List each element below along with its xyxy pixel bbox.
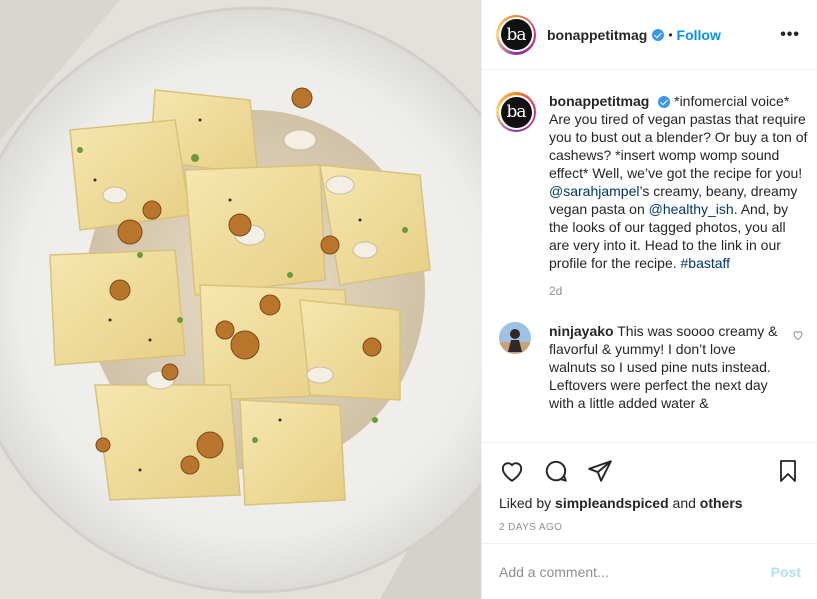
post-image[interactable]: [0, 0, 481, 599]
header-username[interactable]: bonappetitmag: [547, 27, 647, 43]
post-button[interactable]: Post: [771, 564, 801, 580]
likes-others[interactable]: others: [700, 495, 743, 511]
verified-badge-icon: [658, 96, 671, 109]
likes-joiner: and: [668, 495, 700, 511]
likes-summary: Liked by simpleandspiced and others: [499, 495, 743, 511]
comments-scroll-area[interactable]: ba bonappetitmag *infomercial voice* Are…: [482, 70, 817, 442]
hashtag-link[interactable]: #bastaff: [681, 255, 731, 271]
comment-text: ninjayako This was soooo creamy & flavor…: [549, 322, 784, 412]
avatar-logo: ba: [500, 19, 532, 50]
caption-text: bonappetitmag *infomercial voice* Are yo…: [549, 92, 809, 272]
caption-avatar-logo: ba: [500, 96, 532, 128]
avatar-inner: ba: [498, 17, 534, 52]
post-date[interactable]: 2 DAYS AGO: [499, 522, 562, 533]
comment-item: ninjayako This was soooo creamy & flavor…: [496, 322, 817, 412]
bookmark-icon[interactable]: [774, 457, 802, 485]
more-options-icon[interactable]: •••: [780, 26, 800, 44]
likes-prefix: Liked by: [499, 495, 556, 511]
caption-time[interactable]: 2d: [549, 284, 817, 298]
pasta-photo: [0, 0, 481, 599]
share-icon[interactable]: [586, 457, 614, 485]
caption: ba bonappetitmag *infomercial voice* Are…: [496, 92, 817, 272]
post-actions: Liked by simpleandspiced and others 2 DA…: [482, 442, 817, 543]
comment-input[interactable]: [499, 563, 771, 580]
post-details-panel: ba bonappetitmag • Follow ••• ba bonappe…: [481, 0, 817, 599]
commenter-avatar[interactable]: [499, 322, 531, 354]
likes-user[interactable]: simpleandspiced: [555, 495, 669, 511]
caption-avatar-inner: ba: [498, 94, 534, 130]
post-header: ba bonappetitmag • Follow •••: [482, 0, 817, 70]
follow-button[interactable]: Follow: [677, 27, 721, 43]
comment-icon[interactable]: [542, 457, 570, 485]
mention-link[interactable]: @sarahjampel: [549, 183, 639, 199]
separator-dot: •: [668, 27, 673, 42]
add-comment-bar: Post: [482, 543, 817, 599]
mention-link[interactable]: @healthy_ish: [649, 201, 734, 217]
caption-avatar[interactable]: ba: [496, 92, 536, 132]
avatar[interactable]: ba: [496, 14, 536, 55]
comment-username[interactable]: ninjayako: [549, 323, 614, 339]
heart-icon[interactable]: [498, 457, 526, 485]
avatar-photo: [499, 322, 531, 354]
verified-badge-icon: [652, 28, 665, 41]
caption-username[interactable]: bonappetitmag: [549, 93, 649, 109]
like-comment-heart-icon[interactable]: [792, 328, 804, 346]
